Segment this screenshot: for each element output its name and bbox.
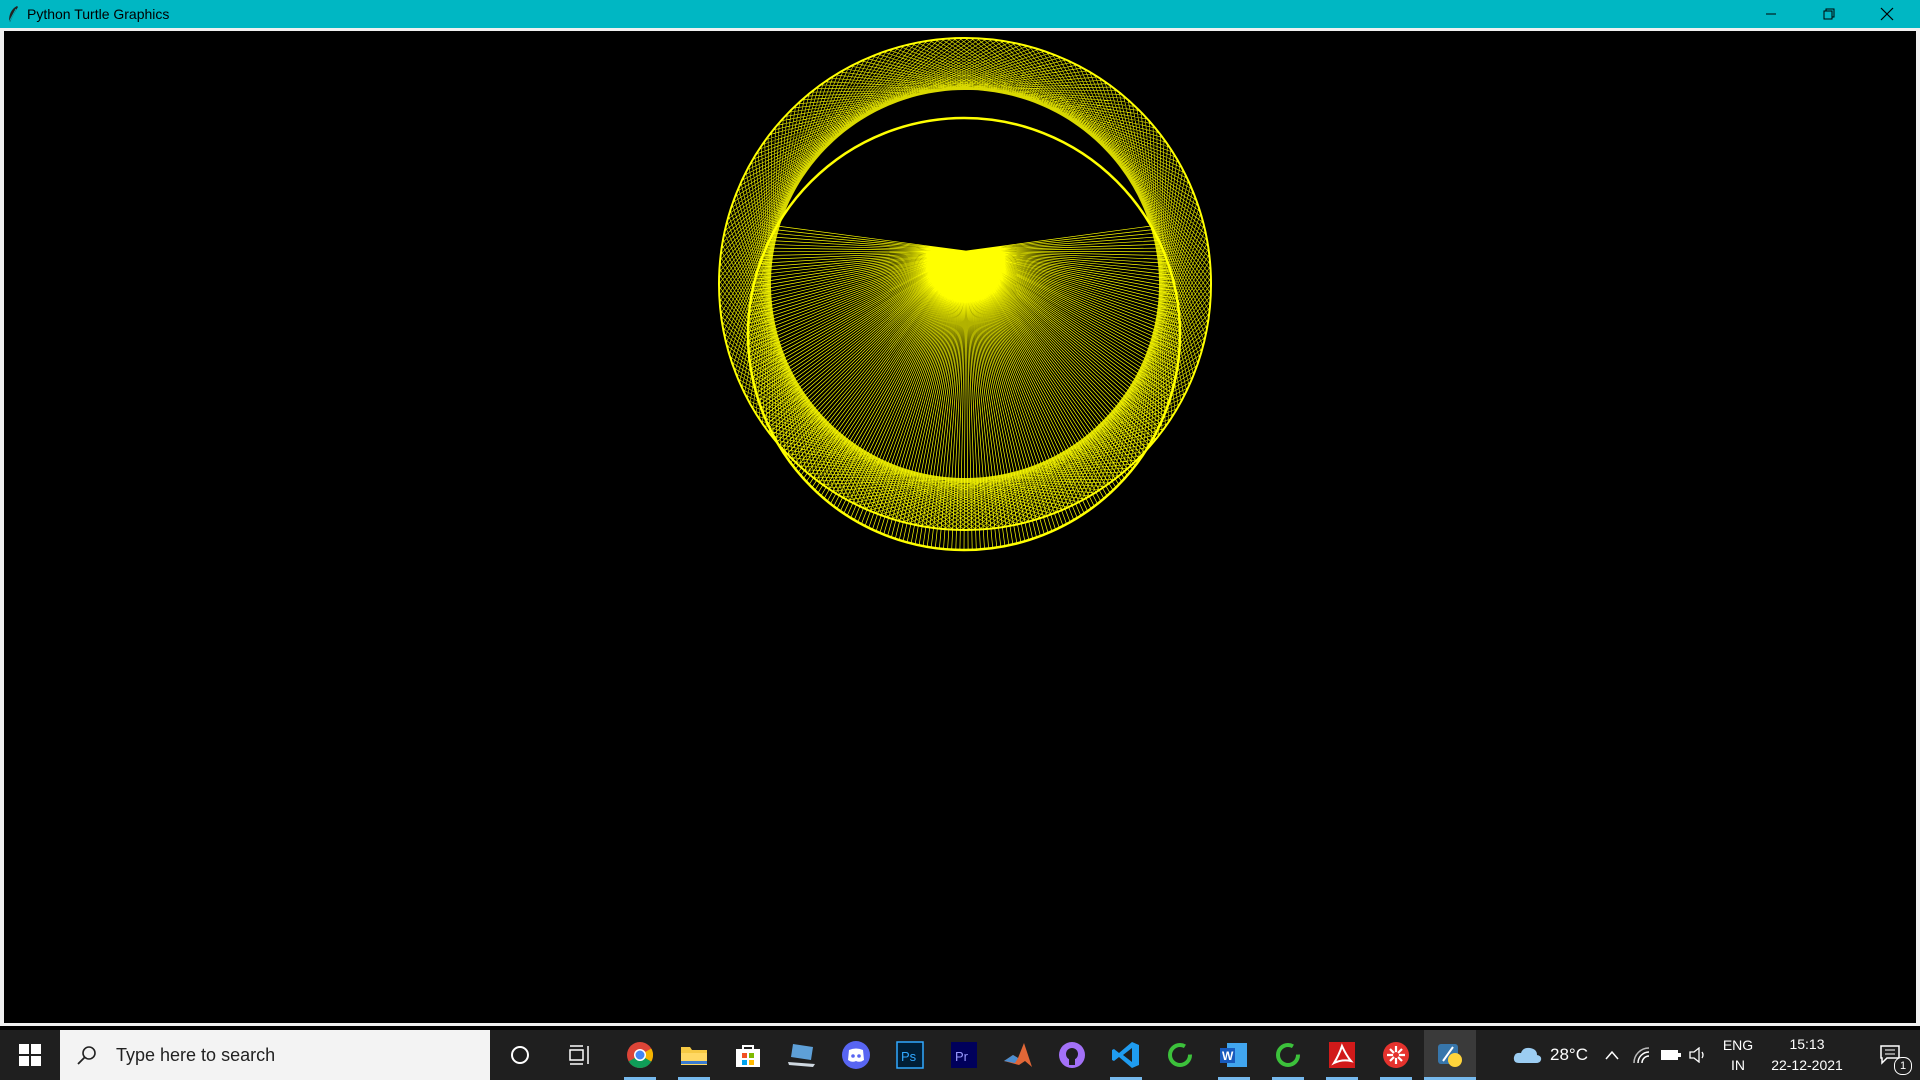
taskbar: Type here to search Ps Pr W 28°C ENG IN … bbox=[0, 1030, 1920, 1080]
taskbar-app-github-desktop[interactable] bbox=[1046, 1030, 1098, 1080]
feather-icon bbox=[8, 6, 18, 23]
minimize-icon bbox=[1766, 13, 1776, 15]
turtle-canvas[interactable] bbox=[4, 31, 1916, 1023]
weather-widget[interactable]: 28°C bbox=[1500, 1030, 1600, 1080]
window-title: Python Turtle Graphics bbox=[27, 6, 170, 22]
taskbar-app-green-ring[interactable] bbox=[1154, 1030, 1206, 1080]
green-ring-icon bbox=[1168, 1043, 1192, 1067]
discord-icon bbox=[842, 1041, 870, 1069]
red-flower-icon bbox=[1383, 1042, 1409, 1068]
laptop-icon bbox=[788, 1044, 815, 1067]
acrobat-icon bbox=[1329, 1042, 1355, 1068]
taskbar-app-photoshop[interactable]: Ps bbox=[884, 1030, 936, 1080]
chrome-icon bbox=[627, 1042, 654, 1069]
taskbar-app-chrome[interactable] bbox=[614, 1030, 666, 1080]
language-code: ENG bbox=[1722, 1037, 1754, 1053]
svg-text:Pr: Pr bbox=[955, 1049, 969, 1064]
photoshop-icon: Ps bbox=[896, 1041, 924, 1069]
clock[interactable]: 15:13 22-12-2021 bbox=[1762, 1030, 1852, 1080]
taskbar-app-red-flower[interactable] bbox=[1370, 1030, 1422, 1080]
word-icon: W bbox=[1220, 1043, 1247, 1067]
github-icon bbox=[1059, 1042, 1085, 1068]
wifi-icon bbox=[1633, 1047, 1650, 1064]
cloud-icon bbox=[1513, 1047, 1542, 1063]
restore-button[interactable] bbox=[1800, 0, 1858, 28]
task-view-button[interactable] bbox=[554, 1030, 606, 1080]
window-titlebar[interactable]: Python Turtle Graphics bbox=[0, 0, 1920, 28]
close-icon bbox=[1880, 7, 1894, 21]
taskbar-app-microsoft-store[interactable] bbox=[722, 1030, 774, 1080]
battery-button[interactable] bbox=[1658, 1030, 1684, 1080]
notification-center-button[interactable]: 1 bbox=[1862, 1030, 1920, 1080]
show-hidden-icons-button[interactable] bbox=[1600, 1030, 1624, 1080]
taskbar-app-vscode[interactable] bbox=[1100, 1030, 1152, 1080]
svg-text:Ps: Ps bbox=[901, 1049, 917, 1064]
taskbar-app-green-ring-2[interactable] bbox=[1262, 1030, 1314, 1080]
notification-count-badge: 1 bbox=[1894, 1057, 1912, 1075]
vscode-icon bbox=[1112, 1042, 1139, 1068]
task-view-icon bbox=[569, 1045, 589, 1065]
turtle-drawing bbox=[718, 37, 1212, 552]
network-button[interactable] bbox=[1628, 1030, 1656, 1080]
cortana-circle-icon bbox=[511, 1046, 529, 1064]
taskbar-app-remote-desktop[interactable] bbox=[776, 1030, 828, 1080]
clock-time: 15:13 bbox=[1789, 1036, 1825, 1052]
search-icon bbox=[77, 1046, 96, 1065]
python-feather-icon bbox=[1438, 1044, 1462, 1067]
taskbar-app-acrobat-reader[interactable] bbox=[1316, 1030, 1368, 1080]
matlab-icon bbox=[1004, 1043, 1032, 1067]
taskbar-app-word[interactable]: W bbox=[1208, 1030, 1260, 1080]
converging-rays bbox=[747, 225, 1181, 551]
weather-temperature: 28°C bbox=[1550, 1045, 1588, 1064]
store-bag-icon bbox=[736, 1045, 760, 1067]
taskbar-app-premiere-pro[interactable]: Pr bbox=[938, 1030, 990, 1080]
taskbar-app-matlab[interactable] bbox=[992, 1030, 1044, 1080]
taskbar-app-discord[interactable] bbox=[830, 1030, 882, 1080]
search-box[interactable]: Type here to search bbox=[60, 1030, 490, 1080]
cortana-button[interactable] bbox=[494, 1030, 546, 1080]
taskbar-app-file-explorer[interactable] bbox=[668, 1030, 720, 1080]
battery-icon bbox=[1661, 1050, 1681, 1060]
folder-icon bbox=[681, 1047, 707, 1065]
clock-date: 22-12-2021 bbox=[1771, 1057, 1843, 1073]
search-placeholder: Type here to search bbox=[116, 1044, 276, 1065]
start-button[interactable] bbox=[0, 1030, 60, 1080]
green-ring-icon bbox=[1276, 1043, 1300, 1067]
region-code: IN bbox=[1731, 1057, 1745, 1073]
taskbar-app-python-turtle[interactable] bbox=[1424, 1030, 1476, 1080]
windows-logo-icon bbox=[19, 1044, 41, 1066]
volume-button[interactable] bbox=[1686, 1030, 1712, 1080]
restore-icon bbox=[1823, 8, 1835, 20]
chevron-up-icon bbox=[1605, 1050, 1619, 1060]
svg-text:W: W bbox=[1222, 1049, 1234, 1063]
speaker-icon bbox=[1689, 1047, 1704, 1063]
close-button[interactable] bbox=[1858, 0, 1916, 28]
language-indicator[interactable]: ENG IN bbox=[1716, 1030, 1760, 1080]
premiere-pro-icon: Pr bbox=[951, 1042, 977, 1068]
minimize-button[interactable] bbox=[1742, 0, 1800, 28]
